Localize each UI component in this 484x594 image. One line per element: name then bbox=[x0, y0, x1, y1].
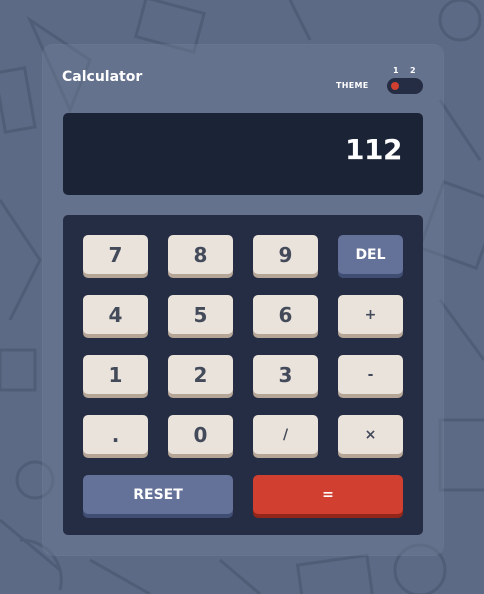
theme-label: THEME bbox=[336, 81, 369, 90]
key-8[interactable]: 8 bbox=[168, 235, 233, 274]
key-9[interactable]: 9 bbox=[253, 235, 318, 274]
theme-option-2-label: 2 bbox=[410, 66, 416, 75]
key-0[interactable]: 0 bbox=[168, 415, 233, 454]
key-7[interactable]: 7 bbox=[83, 235, 148, 274]
display-screen: 112 bbox=[63, 113, 423, 195]
reset-button[interactable]: RESET bbox=[83, 475, 233, 514]
key-divide[interactable]: / bbox=[253, 415, 318, 454]
key-minus[interactable]: - bbox=[338, 355, 403, 394]
key-3[interactable]: 3 bbox=[253, 355, 318, 394]
theme-toggle[interactable] bbox=[387, 78, 423, 94]
app-title: Calculator bbox=[62, 69, 143, 85]
theme-toggle-knob[interactable] bbox=[391, 82, 399, 90]
key-4[interactable]: 4 bbox=[83, 295, 148, 334]
key-6[interactable]: 6 bbox=[253, 295, 318, 334]
delete-button[interactable]: DEL bbox=[338, 235, 403, 274]
key-plus[interactable]: + bbox=[338, 295, 403, 334]
display-value: 112 bbox=[345, 133, 402, 166]
theme-option-1-label: 1 bbox=[393, 66, 399, 75]
keypad: 7 8 9 DEL 4 5 6 + 1 2 3 - . 0 / × RESET … bbox=[63, 215, 423, 535]
key-1[interactable]: 1 bbox=[83, 355, 148, 394]
key-multiply[interactable]: × bbox=[338, 415, 403, 454]
key-2[interactable]: 2 bbox=[168, 355, 233, 394]
key-decimal[interactable]: . bbox=[83, 415, 148, 454]
equals-button[interactable]: = bbox=[253, 475, 403, 514]
key-5[interactable]: 5 bbox=[168, 295, 233, 334]
